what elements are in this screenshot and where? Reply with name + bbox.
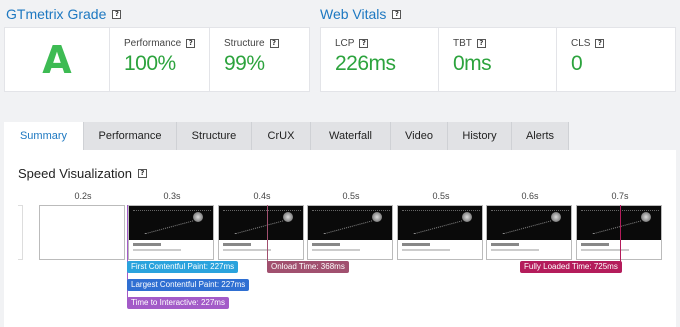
cls-label: CLS	[571, 38, 591, 49]
filmstrip-frame[interactable]	[397, 205, 483, 260]
lcp-metric: LCP? 226ms	[321, 28, 438, 91]
page-screenshot	[219, 206, 303, 240]
filmstrip-frame[interactable]	[307, 205, 393, 260]
time-tick: 0.4s	[253, 191, 271, 201]
tab-performance[interactable]: Performance	[84, 122, 177, 150]
filmstrip-frame-empty[interactable]	[39, 205, 125, 260]
help-icon[interactable]: ?	[595, 39, 605, 48]
filmstrip-edge	[18, 205, 23, 260]
tab-alerts[interactable]: Alerts	[512, 122, 569, 150]
tab-crux[interactable]: CrUX	[252, 122, 311, 150]
filmstrip-frame[interactable]	[128, 205, 214, 260]
help-icon[interactable]: ?	[186, 39, 196, 48]
lcp-marker: Largest Contentful Paint: 227ms	[127, 279, 250, 291]
onload-marker: Onload Time: 368ms	[267, 261, 349, 273]
web-vitals-label: Web Vitals	[320, 6, 387, 22]
help-icon[interactable]: ?	[137, 169, 147, 178]
time-tick: 0.5s	[342, 191, 360, 201]
tab-waterfall[interactable]: Waterfall	[311, 122, 391, 150]
performance-label: Performance	[124, 38, 182, 49]
cls-value: 0	[571, 52, 583, 75]
page-screenshot	[129, 206, 213, 240]
help-icon[interactable]: ?	[392, 9, 402, 19]
tti-marker: Time to Interactive: 227ms	[127, 297, 229, 309]
time-tick: 0.3s	[163, 191, 181, 201]
structure-label: Structure	[224, 38, 265, 49]
time-tick: 0.2s	[74, 191, 92, 201]
gtmetrix-grade-label: GTmetrix Grade	[6, 6, 107, 22]
filmstrip-frame[interactable]	[576, 205, 662, 260]
fcp-marker: First Contentful Paint: 227ms	[127, 261, 239, 273]
structure-value: 99%	[224, 52, 265, 75]
help-icon[interactable]: ?	[112, 9, 122, 19]
grade-letter: A	[42, 37, 72, 82]
speed-visualization-panel: Speed Visualization ? 0.2s 0.3s 0.4s 0.5…	[4, 150, 676, 327]
tbt-label: TBT	[453, 38, 472, 49]
time-tick: 0.5s	[432, 191, 450, 201]
time-tick: 0.7s	[611, 191, 629, 201]
filmstrip-frame[interactable]	[486, 205, 572, 260]
onload-timing-line	[267, 205, 268, 265]
page-screenshot	[308, 206, 392, 240]
page-screenshot	[487, 206, 571, 240]
tbt-value: 0ms	[453, 52, 492, 75]
tab-summary[interactable]: Summary	[4, 122, 84, 150]
performance-metric: Performance? 100%	[109, 28, 209, 91]
help-icon[interactable]: ?	[359, 39, 369, 48]
grade-card: A Performance? 100% Structure? 99%	[4, 27, 310, 92]
web-vitals-title: Web Vitals ?	[320, 6, 402, 22]
grade-badge: A	[5, 28, 109, 91]
performance-value: 100%	[124, 52, 176, 75]
filmstrip-frame[interactable]	[218, 205, 304, 260]
time-tick: 0.6s	[521, 191, 539, 201]
page-screenshot	[577, 206, 661, 240]
report-tabs: Summary Performance Structure CrUX Water…	[4, 122, 569, 150]
tbt-metric: TBT? 0ms	[438, 28, 556, 91]
help-icon[interactable]: ?	[476, 39, 486, 48]
page-screenshot	[398, 206, 482, 240]
gtmetrix-grade-title: GTmetrix Grade ?	[6, 6, 122, 22]
help-icon[interactable]: ?	[269, 39, 279, 48]
fully-loaded-timing-line	[620, 205, 621, 265]
structure-metric: Structure? 99%	[209, 28, 311, 91]
tab-video[interactable]: Video	[391, 122, 448, 150]
web-vitals-card: LCP? 226ms TBT? 0ms CLS? 0	[320, 27, 676, 92]
speed-visualization-title: Speed Visualization ?	[18, 166, 147, 181]
speed-visualization-label: Speed Visualization	[18, 166, 132, 181]
tab-structure[interactable]: Structure	[177, 122, 252, 150]
tab-history[interactable]: History	[448, 122, 512, 150]
cls-metric: CLS? 0	[556, 28, 677, 91]
lcp-label: LCP	[335, 38, 355, 49]
fully-loaded-marker: Fully Loaded Time: 725ms	[520, 261, 622, 273]
lcp-value: 226ms	[335, 52, 396, 75]
